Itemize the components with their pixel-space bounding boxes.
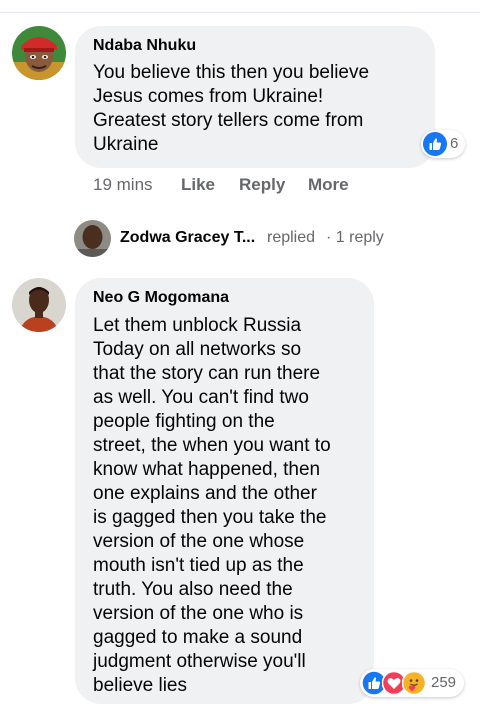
- avatar-zodwa-gracey[interactable]: [74, 220, 111, 257]
- reaction-summary[interactable]: 259: [360, 669, 464, 697]
- comment-text-line: Ukraine: [93, 134, 159, 155]
- reply-author[interactable]: Zodwa Gracey T...: [120, 229, 255, 247]
- top-divider: [0, 12, 480, 13]
- comment-text-line: know what happened, then: [93, 459, 321, 480]
- avatar-neo-g-mogomana[interactable]: [12, 278, 66, 332]
- comment-text-line: Jesus comes from Ukraine!: [93, 86, 324, 107]
- comment-text-line: You believe this then you believe: [93, 62, 370, 83]
- comment-text-line: gagged to make a sound: [93, 627, 303, 648]
- care-icon: [402, 671, 426, 695]
- like-button[interactable]: Like: [181, 175, 215, 195]
- reaction-summary[interactable]: 6: [421, 130, 465, 158]
- comment-text-line: street, the when you want to: [93, 435, 331, 456]
- comment-timestamp[interactable]: 19 mins: [93, 175, 153, 195]
- comment-text: Let them unblock Russia Today on all net…: [93, 314, 331, 698]
- comment-text-line: one explains and the other: [93, 483, 317, 504]
- comment-text-line: version of the one who is: [93, 603, 304, 624]
- comment-text-line: that the story can run there: [93, 363, 321, 384]
- comment-text-line: believe lies: [93, 675, 187, 696]
- comment-author[interactable]: Neo G Mogomana: [93, 289, 229, 307]
- comment-text-line: version of the one whose: [93, 531, 305, 552]
- comment-text-line: Today on all networks so: [93, 339, 302, 360]
- like-icon: [423, 132, 447, 156]
- reaction-count: 6: [450, 135, 459, 152]
- comment-bubble: Ndaba Nhuku You believe this then you be…: [75, 26, 435, 168]
- comment-text-line: as well. You can't find two: [93, 387, 309, 408]
- avatar-ndaba-nhuku[interactable]: [12, 26, 66, 80]
- reply-count[interactable]: · 1 reply: [326, 229, 384, 247]
- comment-author[interactable]: Ndaba Nhuku: [93, 37, 196, 55]
- comment-text-line: is gagged then you take the: [93, 507, 327, 528]
- comment-text-line: mouth isn't tied up as the: [93, 555, 304, 576]
- comment-text-line: Greatest story tellers come from: [93, 110, 364, 131]
- comment-text-line: judgment otherwise you'll: [93, 651, 306, 672]
- reply-verb: replied: [267, 229, 316, 246]
- more-button[interactable]: More: [308, 175, 349, 195]
- reaction-count: 259: [431, 674, 457, 691]
- comment-bubble: Neo G Mogomana Let them unblock Russia T…: [75, 278, 374, 704]
- comment-text: You believe this then you believe Jesus …: [93, 61, 369, 157]
- comment-text-line: truth. You also need the: [93, 579, 293, 600]
- reply-button[interactable]: Reply: [239, 175, 285, 195]
- comment-text-line: Let them unblock Russia: [93, 315, 302, 336]
- comment-text-line: people fighting on the: [93, 411, 275, 432]
